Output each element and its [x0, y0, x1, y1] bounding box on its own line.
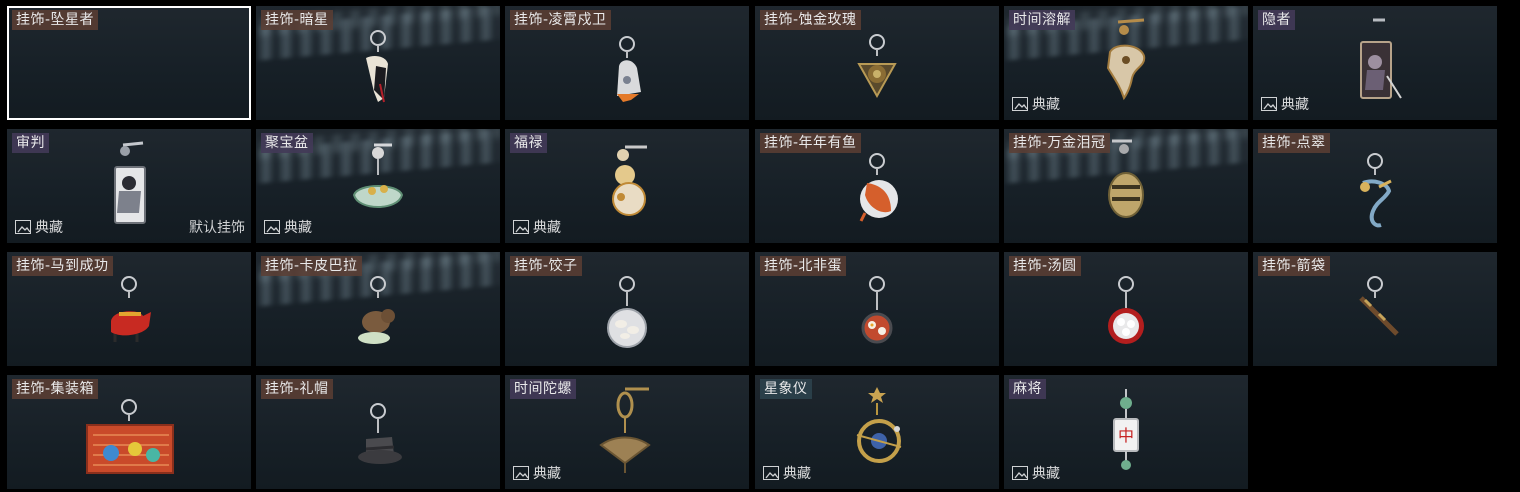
charm-tile[interactable]: 挂饰-集装箱 — [7, 375, 251, 489]
kingfisher-charm-icon — [1315, 129, 1435, 243]
collection-badge: 典藏 — [15, 217, 63, 237]
collection-badge-label: 典藏 — [284, 220, 312, 236]
dark-star-charm-icon — [318, 6, 438, 120]
charm-name-label: 挂饰-集装箱 — [12, 379, 99, 399]
charm-tile[interactable]: 挂饰-坠星者 — [7, 6, 251, 120]
charm-name-label: 挂饰-礼帽 — [261, 379, 333, 399]
charm-tile[interactable]: 挂饰-饺子 — [505, 252, 749, 366]
charm-name-label: 隐者 — [1258, 10, 1295, 30]
charm-tile[interactable]: 聚宝盆典藏 — [256, 129, 500, 243]
charm-tile[interactable]: 挂饰-北非蛋 — [755, 252, 999, 366]
image-icon — [15, 220, 31, 234]
judgement-tarot-charm-icon — [69, 129, 189, 243]
charm-tile[interactable]: 挂饰-凌霄戍卫 — [505, 6, 749, 120]
svg-text:中: 中 — [1118, 426, 1134, 445]
image-icon — [513, 220, 529, 234]
treasure-bowl-charm-icon — [318, 129, 438, 243]
charm-name-label: 福禄 — [510, 133, 547, 153]
charm-name-label: 挂饰-坠星者 — [12, 10, 99, 30]
charm-name-label: 挂饰-点翠 — [1258, 133, 1330, 153]
charm-tile[interactable]: 挂饰-箭袋 — [1253, 252, 1497, 366]
charm-name-label: 挂饰-马到成功 — [12, 256, 113, 276]
charm-name-label: 挂饰-卡皮巴拉 — [261, 256, 362, 276]
collection-badge-label: 典藏 — [35, 220, 63, 236]
charm-tile[interactable]: 星象仪典藏 — [755, 375, 999, 489]
charm-tile[interactable]: 福禄典藏 — [505, 129, 749, 243]
charm-tile[interactable]: 挂饰-马到成功 — [7, 252, 251, 366]
charm-name-label: 挂饰-北非蛋 — [760, 256, 847, 276]
image-icon — [1261, 97, 1277, 111]
charm-name-label: 挂饰-凌霄戍卫 — [510, 10, 611, 30]
collection-badge: 典藏 — [763, 463, 811, 483]
charm-tile[interactable]: 中 麻将典藏 — [1004, 375, 1248, 489]
charm-name-label: 挂饰-汤圆 — [1009, 256, 1081, 276]
tangyuan-bowl-charm-icon — [1066, 252, 1186, 366]
charm-name-label: 时间溶解 — [1009, 10, 1075, 30]
charm-tile[interactable]: 挂饰-卡皮巴拉 — [256, 252, 500, 366]
astrolabe-charm-icon — [817, 375, 937, 489]
quiver-charm-icon — [1315, 252, 1435, 366]
collection-badge-label: 典藏 — [1032, 466, 1060, 482]
charm-name-label: 挂饰-万金泪冠 — [1009, 133, 1110, 153]
image-icon — [513, 466, 529, 480]
mahjong-tile-charm-icon: 中 — [1066, 375, 1186, 489]
image-icon — [1012, 97, 1028, 111]
melting-clock-charm-icon — [1066, 6, 1186, 120]
charm-tile[interactable]: 时间溶解典藏 — [1004, 6, 1248, 120]
charm-name-label: 时间陀螺 — [510, 379, 576, 399]
charm-name-label: 挂饰-年年有鱼 — [760, 133, 861, 153]
default-charm-tag: 默认挂饰 — [189, 220, 245, 236]
collection-badge: 典藏 — [1012, 94, 1060, 114]
dumpling-plate-charm-icon — [567, 252, 687, 366]
gourd-charm-icon — [567, 129, 687, 243]
charm-tile[interactable]: 时间陀螺典藏 — [505, 375, 749, 489]
charm-tile[interactable]: 挂饰-暗星 — [256, 6, 500, 120]
collection-badge: 典藏 — [1012, 463, 1060, 483]
charm-name-label: 聚宝盆 — [261, 133, 313, 153]
charm-tile[interactable]: 挂饰-点翠 — [1253, 129, 1497, 243]
charm-name-label: 挂饰-箭袋 — [1258, 256, 1330, 276]
charm-tile[interactable]: 挂饰-礼帽 — [256, 375, 500, 489]
image-icon — [763, 466, 779, 480]
charm-tile[interactable]: 挂饰-蚀金玫瑰 — [755, 6, 999, 120]
charm-name-label: 挂饰-饺子 — [510, 256, 582, 276]
collection-badge-label: 典藏 — [1281, 97, 1309, 113]
charm-tile[interactable]: 挂饰-万金泪冠 — [1004, 129, 1248, 243]
image-icon — [264, 220, 280, 234]
collection-badge: 典藏 — [264, 217, 312, 237]
charm-tile[interactable]: 审判典藏 默认挂饰 — [7, 129, 251, 243]
image-icon — [1012, 466, 1028, 480]
collection-badge: 典藏 — [1261, 94, 1309, 114]
collection-badge-label: 典藏 — [783, 466, 811, 482]
charm-tile[interactable]: 隐者典藏 — [1253, 6, 1497, 120]
hermit-tarot-charm-icon — [1315, 6, 1435, 120]
collection-badge: 典藏 — [513, 217, 561, 237]
collection-badge: 典藏 — [513, 463, 561, 483]
charm-name-label: 挂饰-暗星 — [261, 10, 333, 30]
charm-name-label: 星象仪 — [760, 379, 812, 399]
charm-name-label: 麻将 — [1009, 379, 1046, 399]
top-hat-charm-icon — [318, 375, 438, 489]
spinning-top-charm-icon — [567, 375, 687, 489]
collection-badge-label: 典藏 — [533, 220, 561, 236]
charm-name-label: 挂饰-蚀金玫瑰 — [760, 10, 861, 30]
charm-tile[interactable]: 挂饰-汤圆 — [1004, 252, 1248, 366]
collection-badge-label: 典藏 — [533, 466, 561, 482]
collection-badge-label: 典藏 — [1032, 97, 1060, 113]
charm-name-label: 审判 — [12, 133, 49, 153]
charm-tile[interactable]: 挂饰-年年有鱼 — [755, 129, 999, 243]
